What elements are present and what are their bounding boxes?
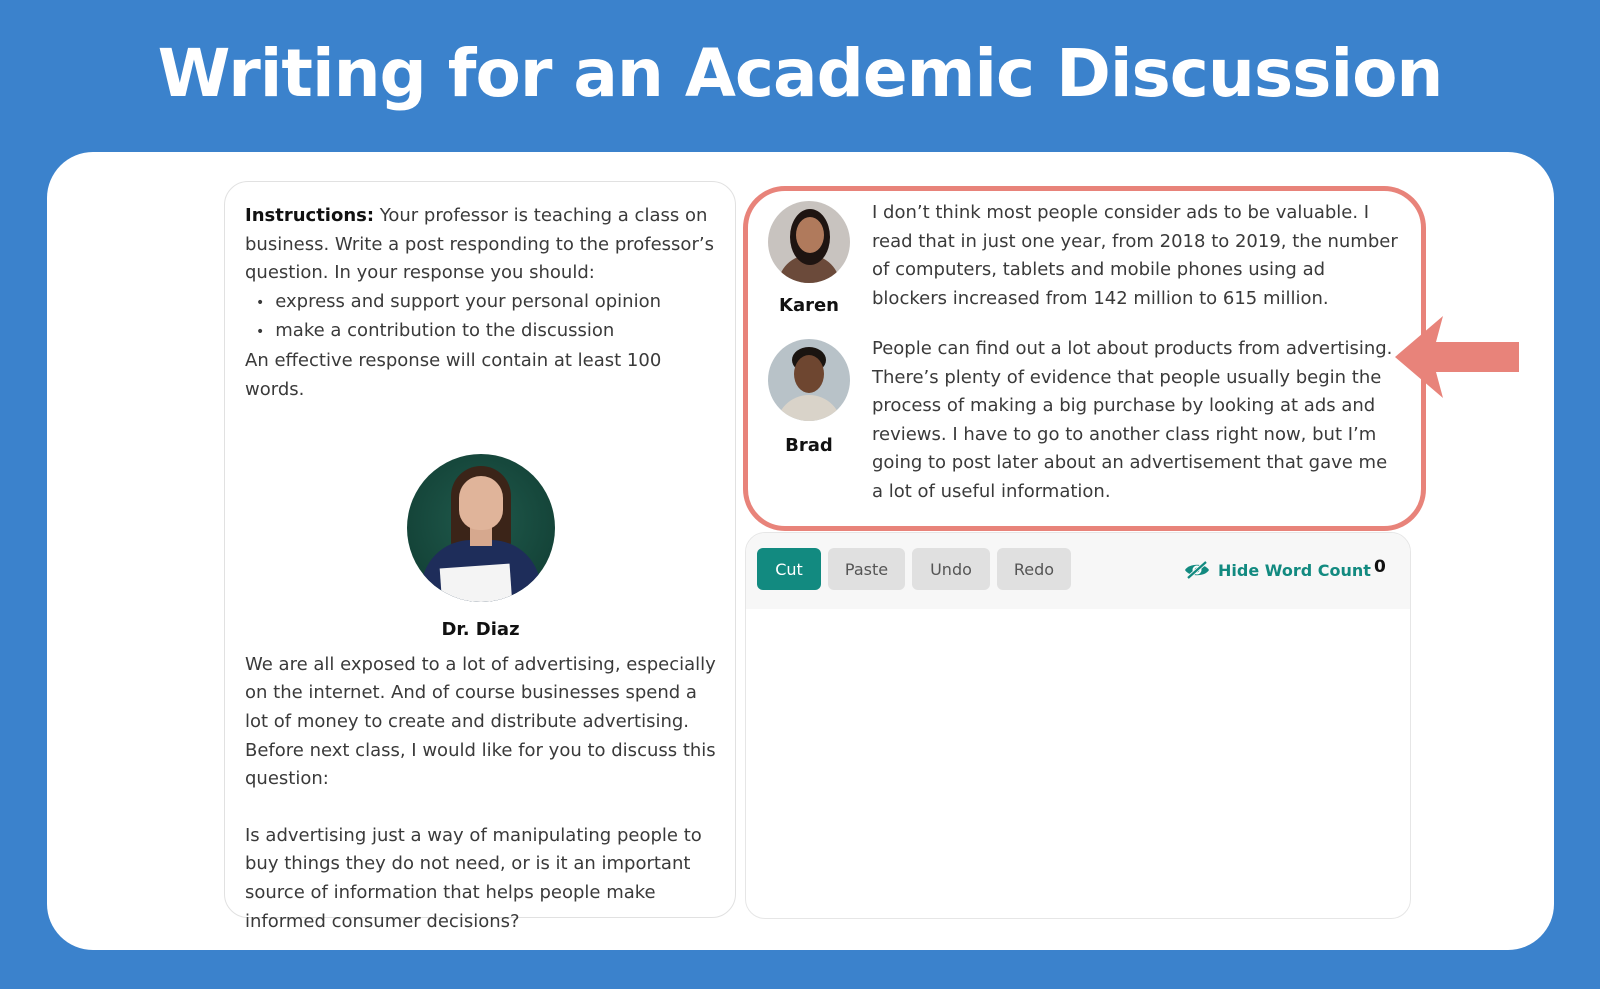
redo-button[interactable]: Redo: [997, 548, 1071, 590]
undo-button[interactable]: Undo: [912, 548, 990, 590]
instructions-footer: An effective response will contain at le…: [245, 349, 662, 400]
page-title: Writing for an Academic Discussion: [157, 35, 1444, 112]
professor-question: Is advertising just a way of manipulatin…: [245, 824, 702, 932]
list-item: make a contribution to the discussion: [256, 317, 716, 347]
hide-word-count-label: Hide Word Count: [1218, 560, 1371, 580]
instructions: Instructions: Your professor is teaching…: [245, 202, 716, 288]
paste-button[interactable]: Paste: [828, 548, 905, 590]
professor-name: Dr. Diaz: [441, 619, 520, 641]
student-name: Brad: [785, 435, 833, 456]
avatar: [768, 339, 850, 421]
student-message: People can find out a lot about products…: [872, 338, 1393, 502]
avatar: [768, 201, 850, 283]
response-text-area[interactable]: [746, 609, 1410, 918]
prompt-panel: Instructions: Your professor is teaching…: [224, 181, 736, 932]
professor-message: We are all exposed to a lot of advertisi…: [245, 653, 716, 790]
student-message: I don’t think most people consider ads t…: [872, 202, 1398, 309]
instructions-bullets: express and support your personal opinio…: [245, 288, 716, 347]
list-item: express and support your personal opinio…: [256, 288, 716, 318]
student-name: Karen: [779, 295, 839, 316]
word-count-value: 0: [1374, 557, 1386, 577]
cut-button[interactable]: Cut: [757, 548, 821, 590]
professor-avatar: [406, 454, 555, 603]
pointer-arrow-icon: [1395, 316, 1519, 398]
student-responses-highlight: Karen I don’t think most people consider…: [743, 186, 1426, 531]
eye-slash-icon: [1185, 560, 1209, 580]
instructions-label: Instructions:: [245, 205, 375, 226]
editor-toolbar: Cut Paste Undo Redo Hide Word Count 0: [746, 533, 1410, 609]
hide-word-count-toggle[interactable]: Hide Word Count: [1184, 557, 1371, 583]
response-editor: Cut Paste Undo Redo Hide Word Count 0: [745, 532, 1411, 919]
